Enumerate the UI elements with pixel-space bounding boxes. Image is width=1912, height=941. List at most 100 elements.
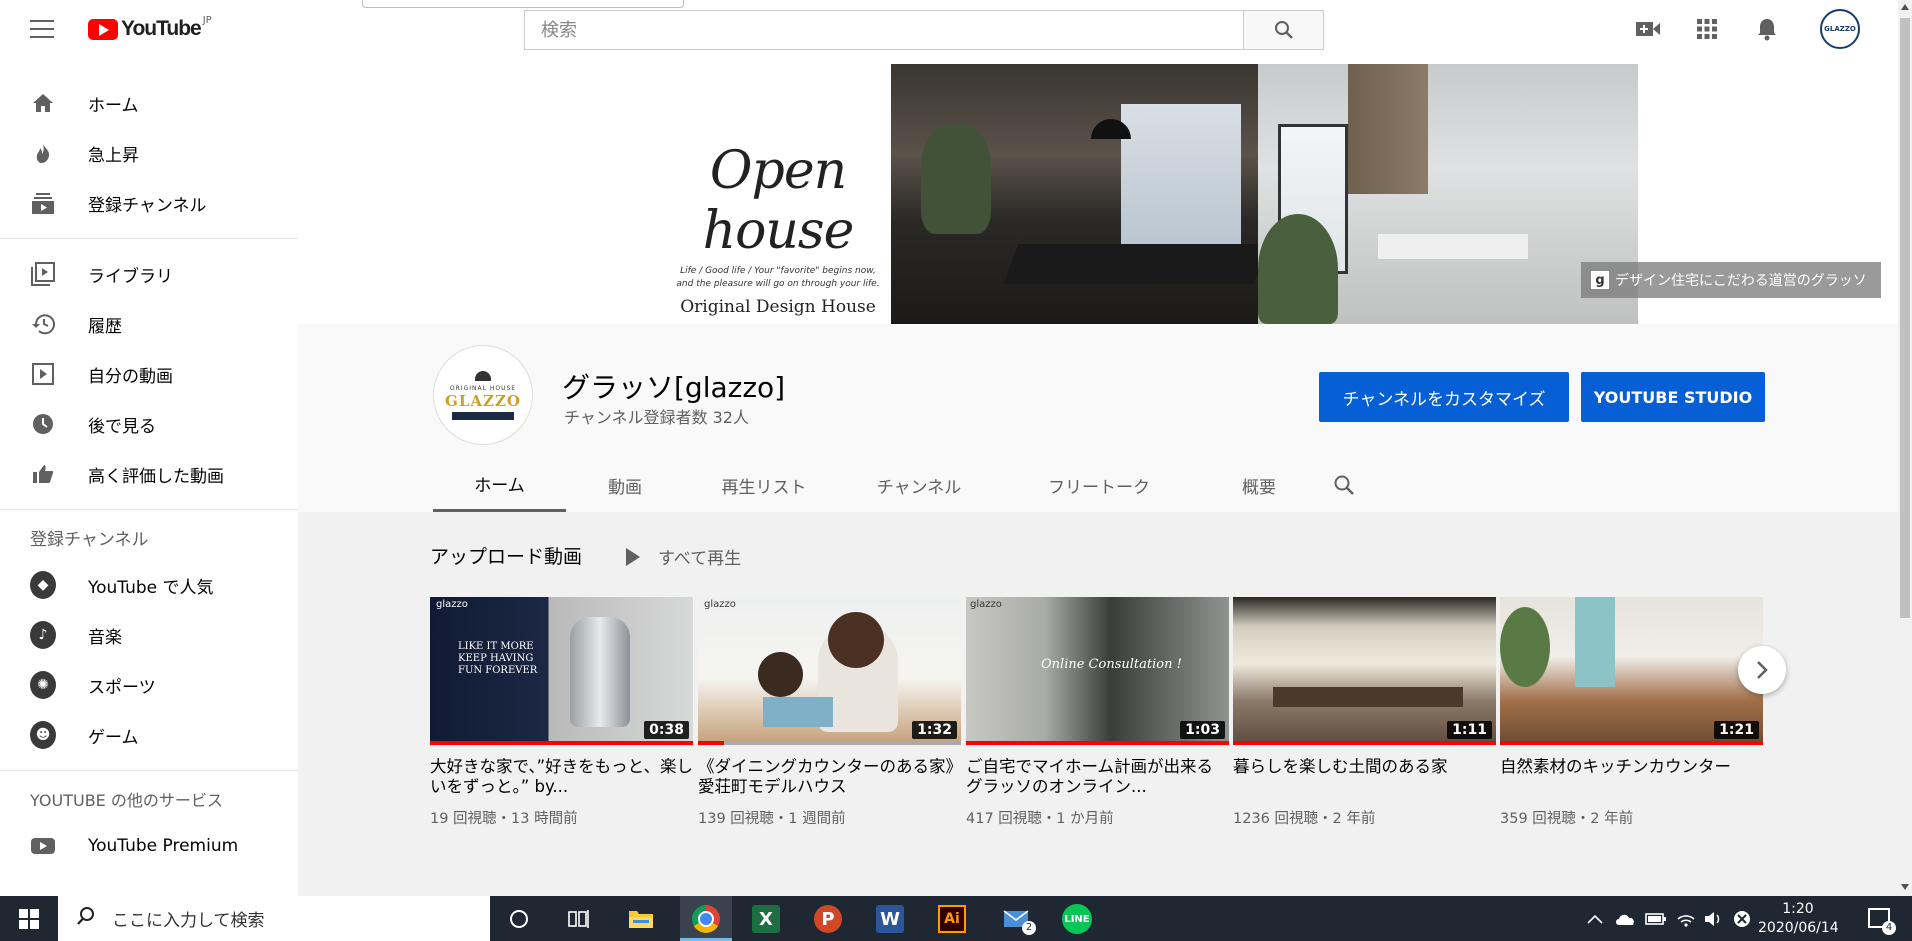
sidebar-item-label: 自分の動画 [88, 366, 173, 387]
watch-progress-bar [1233, 741, 1496, 745]
tab-free-talk[interactable]: フリートーク [994, 458, 1204, 512]
sidebar-item-label: 音楽 [88, 627, 122, 648]
tab-playlists[interactable]: 再生リスト [684, 458, 844, 512]
windows-start-button[interactable] [0, 896, 58, 941]
sidebar-item-music[interactable]: ♪ 音楽 [0, 610, 298, 660]
battery-icon[interactable] [1645, 896, 1667, 941]
scroll-up-arrow[interactable] [1901, 4, 1909, 10]
wifi-icon[interactable] [1676, 896, 1696, 941]
powerpoint-icon[interactable]: P [814, 905, 842, 933]
sidebar-item-home[interactable]: ホーム [0, 78, 298, 128]
tray-show-hidden-icon[interactable] [1587, 896, 1603, 941]
sidebar-item-trending[interactable]: 急上昇 [0, 128, 298, 178]
file-explorer-icon[interactable] [624, 903, 658, 935]
sidebar-item-popular[interactable]: ◆ YouTube で人気 [0, 560, 298, 610]
banner-brand: Original Design House [680, 297, 876, 317]
video-card[interactable]: glazzo LIKE IT MORE KEEP HAVING FUN FORE… [430, 597, 693, 828]
video-title[interactable]: 《ダイニングカウンターのある家》愛荘町モデルハウス [698, 757, 961, 797]
video-card[interactable]: glazzo 1:32 《ダイニングカウンターのある家》愛荘町モデルハウス 13… [698, 597, 961, 828]
sidebar-item-history[interactable]: 履歴 [0, 299, 298, 349]
gaming-icon: ☻ [30, 721, 56, 749]
excel-icon[interactable]: X [752, 905, 780, 933]
video-thumbnail[interactable]: glazzo 1:32 [698, 597, 961, 745]
video-card[interactable]: 1:11 暮らしを楽しむ土間のある家 1236 回視聴・2 年前 [1233, 597, 1496, 828]
menu-icon[interactable] [30, 20, 54, 38]
search-input[interactable] [525, 11, 1243, 49]
account-avatar[interactable]: GLAZZO [1820, 9, 1860, 49]
sidebar-item-library[interactable]: ライブラリ [0, 249, 298, 299]
tab-about[interactable]: 概要 [1204, 458, 1314, 512]
notifications-bell-icon[interactable] [1754, 16, 1780, 42]
tab-channels[interactable]: チャンネル [844, 458, 994, 512]
video-title[interactable]: 大好きな家で、”好きをもっと、楽しいをずっと。” by... [430, 757, 693, 797]
video-card[interactable]: 1:21 自然素材のキッチンカウンター 359 回視聴・2 年前 [1500, 597, 1763, 828]
subscriptions-icon [30, 190, 56, 216]
video-meta: 359 回視聴・2 年前 [1500, 811, 1634, 827]
scroll-down-arrow[interactable] [1901, 884, 1909, 890]
shelf-next-button[interactable] [1738, 646, 1786, 694]
video-thumbnail[interactable]: 1:11 [1233, 597, 1496, 745]
guide-sidebar: ホーム 急上昇 登録チャンネル ライブラリ 履歴 自分の動画 後で見る 高く評価… [0, 56, 298, 896]
video-title[interactable]: ご自宅でマイホーム計画が出来るグラッソのオンライン... [966, 757, 1229, 797]
avatar-brand: GLAZZO [445, 391, 521, 410]
play-all-button[interactable]: すべて再生 [626, 544, 741, 569]
input-indicator-icon[interactable] [1733, 896, 1751, 941]
banner-brand-block: Open house Life / Good life / Your "favo… [643, 141, 913, 317]
sidebar-item-watch-later[interactable]: 後で見る [0, 399, 298, 449]
search-icon [76, 906, 100, 931]
video-title[interactable]: 暮らしを楽しむ土間のある家 [1233, 757, 1496, 797]
sidebar-item-label: 高く評価した動画 [88, 466, 224, 487]
thumbs-up-icon [30, 461, 56, 487]
channel-search-icon[interactable] [1314, 458, 1374, 512]
banner-photo-kitchen [891, 64, 1258, 324]
sidebar-item-gaming[interactable]: ☻ ゲーム [0, 710, 298, 760]
onedrive-cloud-icon[interactable] [1614, 896, 1636, 941]
page-scrollbar[interactable] [1898, 0, 1912, 896]
video-duration: 1:11 [1447, 721, 1492, 739]
video-thumbnail[interactable]: 1:21 [1500, 597, 1763, 745]
video-thumbnail[interactable]: glazzo LIKE IT MORE KEEP HAVING FUN FORE… [430, 597, 693, 745]
cortana-icon[interactable] [502, 903, 536, 935]
thumbnail-overlay-text: LIKE IT MORE KEEP HAVING FUN FOREVER [458, 641, 538, 676]
banner-tagline-2: and the pleasure will go on through your… [676, 279, 880, 289]
create-video-icon[interactable] [1635, 16, 1661, 42]
sidebar-item-liked-videos[interactable]: 高く評価した動画 [0, 449, 298, 499]
volume-icon[interactable] [1704, 896, 1724, 941]
sidebar-item-subscriptions[interactable]: 登録チャンネル [0, 178, 298, 228]
video-duration: 0:38 [644, 721, 689, 739]
scroll-thumb[interactable] [1900, 18, 1910, 618]
sidebar-item-label: YouTube で人気 [88, 577, 214, 598]
logo-text: YouTube [121, 17, 202, 40]
video-title[interactable]: 自然素材のキッチンカウンター [1500, 757, 1763, 797]
clock-icon [30, 411, 56, 437]
channel-avatar[interactable]: ORIGINAL HOUSE GLAZZO [433, 345, 533, 445]
tab-home[interactable]: ホーム [433, 458, 566, 512]
dome-lamp-icon [475, 370, 491, 381]
banner-tagline-1: Life / Good life / Your "favorite" begin… [680, 266, 876, 276]
taskbar-clock[interactable]: 1:20 2020/06/14 [1758, 900, 1839, 938]
tab-videos[interactable]: 動画 [566, 458, 684, 512]
sidebar-item-youtube-premium[interactable]: YouTube Premium [0, 821, 298, 871]
history-icon [30, 311, 56, 337]
search-button[interactable] [1244, 10, 1324, 50]
customize-channel-button[interactable]: チャンネルをカスタマイズ [1319, 372, 1569, 422]
mail-badge: 2 [1022, 921, 1036, 935]
illustrator-icon[interactable]: Ai [938, 905, 966, 933]
sidebar-item-label: スポーツ [88, 677, 156, 698]
youtube-logo[interactable]: YouTube JP [88, 15, 212, 41]
youtube-premium-icon [30, 833, 56, 859]
line-app-icon[interactable]: LINE [1062, 904, 1092, 934]
apps-grid-icon[interactable] [1694, 16, 1720, 42]
sidebar-item-sports[interactable]: ✺ スポーツ [0, 660, 298, 710]
channel-header: ORIGINAL HOUSE GLAZZO グラッソ[glazzo] チャンネル… [298, 324, 1898, 512]
word-icon[interactable]: W [876, 905, 904, 933]
chrome-icon[interactable] [692, 905, 720, 933]
task-view-icon[interactable] [562, 903, 596, 935]
banner-link-overlay[interactable]: g デザイン住宅にこだわる道営のグラッソ [1581, 262, 1881, 298]
video-card[interactable]: glazzo Online Consultation ! 1:03 ご自宅でマイ… [966, 597, 1229, 828]
sidebar-item-my-videos[interactable]: 自分の動画 [0, 349, 298, 399]
video-thumbnail[interactable]: glazzo Online Consultation ! 1:03 [966, 597, 1229, 745]
youtube-studio-button[interactable]: YOUTUBE STUDIO [1581, 372, 1765, 422]
taskbar-search-box[interactable]: ここに入力して検索 [58, 896, 490, 941]
sports-icon: ✺ [30, 671, 56, 699]
